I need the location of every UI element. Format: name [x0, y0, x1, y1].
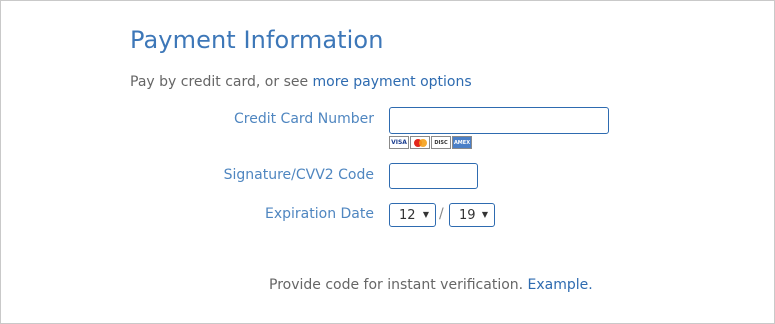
discover-icon: DISC — [431, 136, 451, 149]
payment-subtitle: Pay by credit card, or see more payment … — [130, 74, 472, 90]
cvv-input[interactable] — [389, 163, 478, 189]
card-number-label: Credit Card Number — [234, 111, 374, 127]
footer-text: Provide code for instant verification. — [269, 277, 528, 293]
card-logos: VISA DISC AMEX — [389, 136, 472, 150]
exp-separator: / — [439, 206, 444, 222]
exp-year-select[interactable]: 19 ▼ — [449, 203, 495, 227]
exp-year-value: 19 — [459, 208, 476, 223]
page-title: Payment Information — [130, 26, 384, 54]
card-number-input[interactable] — [389, 107, 609, 134]
mastercard-icon — [410, 136, 430, 149]
verification-note: Provide code for instant verification. E… — [269, 277, 593, 293]
exp-month-value: 12 — [399, 208, 416, 223]
expiration-label: Expiration Date — [265, 206, 374, 222]
cvv-label: Signature/CVV2 Code — [223, 167, 374, 183]
chevron-down-icon: ▼ — [481, 210, 488, 219]
chevron-down-icon: ▼ — [422, 210, 429, 219]
more-payment-options-link[interactable]: more payment options — [313, 74, 472, 90]
payment-panel — [0, 0, 775, 324]
subtitle-text: Pay by credit card, or see — [130, 74, 313, 90]
visa-icon: VISA — [389, 136, 409, 149]
exp-month-select[interactable]: 12 ▼ — [389, 203, 436, 227]
example-link[interactable]: Example. — [528, 277, 593, 293]
amex-icon: AMEX — [452, 136, 472, 149]
